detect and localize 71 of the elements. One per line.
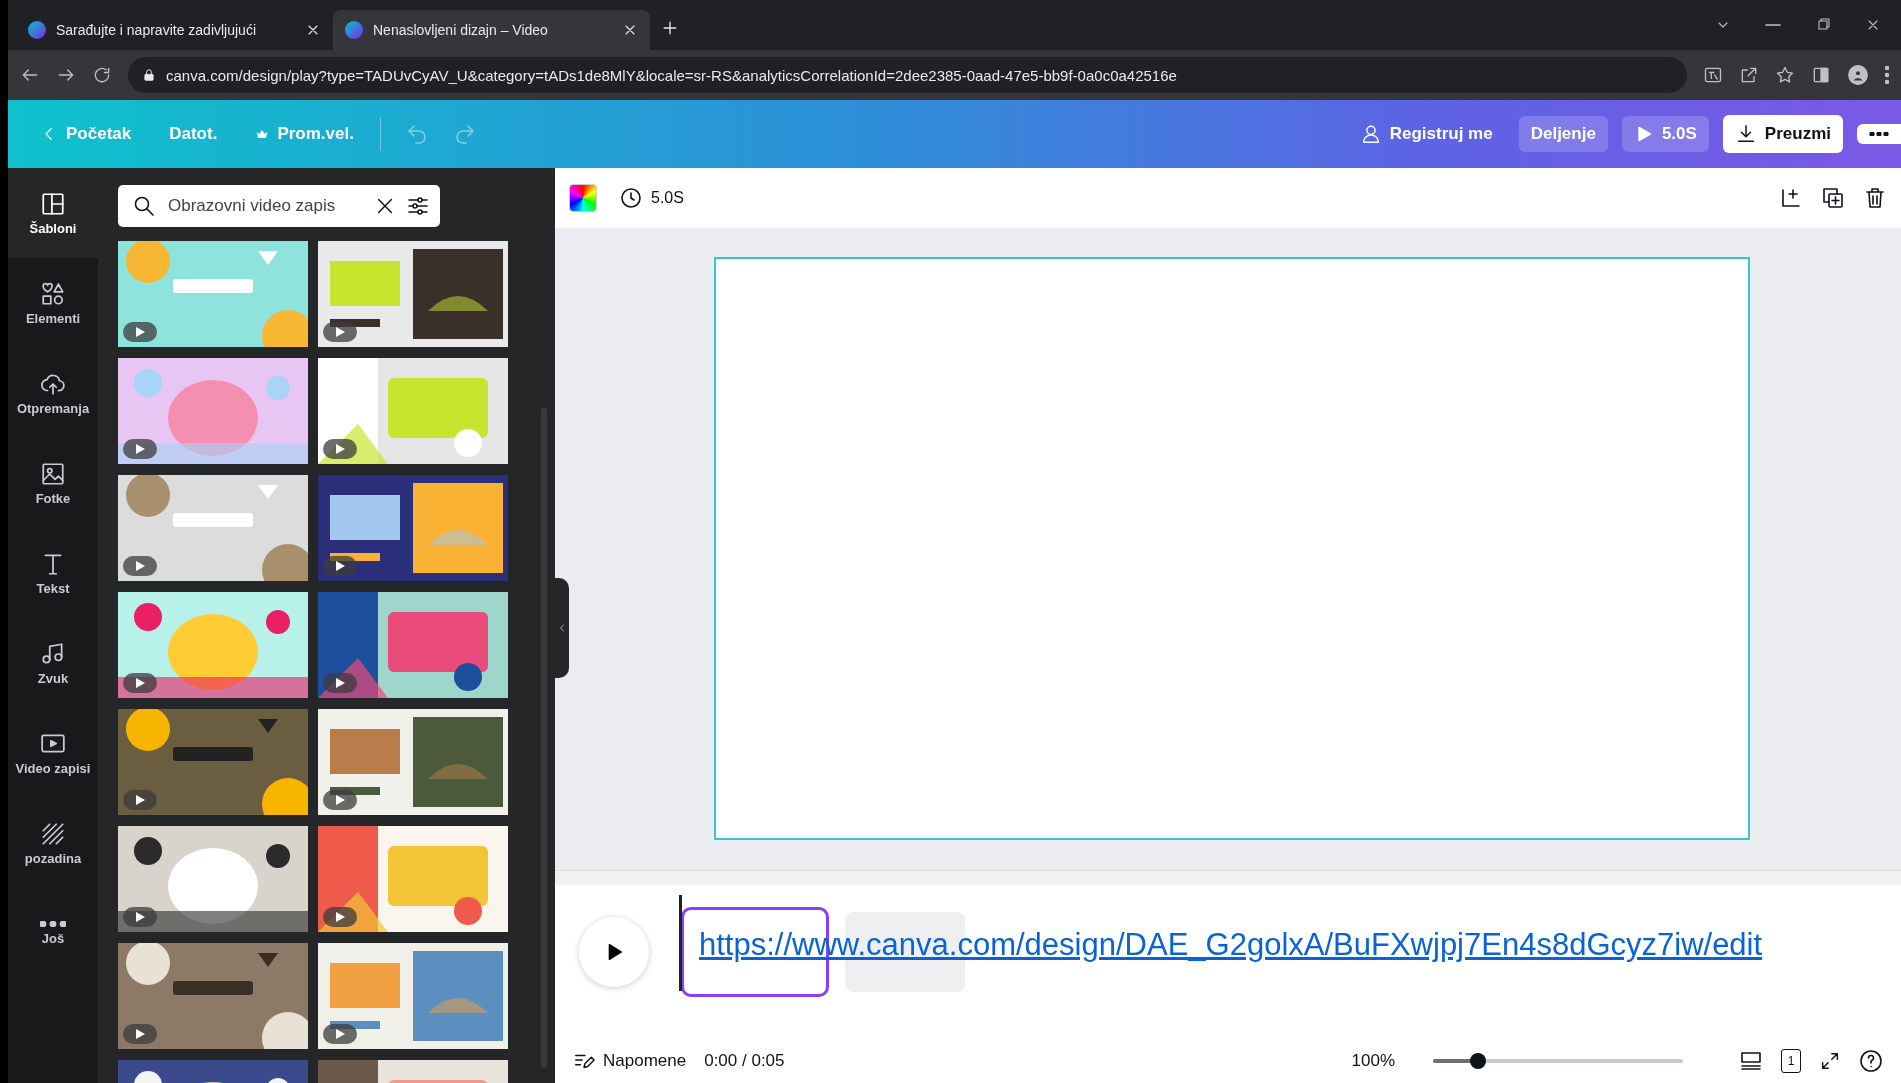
play-badge-icon bbox=[323, 1024, 357, 1044]
play-badge-icon bbox=[123, 907, 157, 927]
image-icon bbox=[40, 460, 66, 487]
filter-icon bbox=[406, 194, 430, 218]
grid-view-icon bbox=[1739, 1049, 1763, 1073]
more-icon bbox=[40, 920, 66, 927]
stripes-icon bbox=[40, 820, 66, 847]
zoom-label: 100% bbox=[1351, 1051, 1395, 1071]
play-button[interactable]: 5.0S bbox=[1621, 116, 1709, 152]
duplicate-icon bbox=[1821, 186, 1845, 210]
minimize-icon bbox=[1765, 24, 1781, 26]
sidebar-item[interactable]: Šabloni bbox=[8, 168, 98, 258]
share-icon bbox=[1739, 65, 1759, 85]
sidebar-item[interactable]: Video zapisi bbox=[8, 708, 98, 798]
more-button[interactable] bbox=[1857, 124, 1901, 144]
browser-tab[interactable]: Nenaslovljeni dizajn – Video bbox=[333, 10, 650, 50]
sidebar-item[interactable]: pozadina bbox=[8, 798, 98, 888]
color-swatch[interactable] bbox=[569, 184, 597, 212]
logo-icon bbox=[345, 21, 363, 39]
sidebar-item[interactable]: Elementi bbox=[8, 258, 98, 348]
page-count[interactable]: 1 bbox=[1781, 1049, 1801, 1073]
add-page-icon bbox=[1779, 186, 1803, 210]
play-badge-icon bbox=[123, 790, 157, 810]
music-note-icon bbox=[40, 640, 66, 667]
restore-icon bbox=[1815, 17, 1831, 33]
register-button[interactable]: Registruj me bbox=[1347, 115, 1505, 153]
zoom-slider[interactable] bbox=[1433, 1053, 1683, 1069]
clock-icon bbox=[619, 186, 643, 210]
more-icon bbox=[1869, 132, 1889, 136]
sidebar-item[interactable]: Zvuk bbox=[8, 618, 98, 708]
play-badge-icon bbox=[323, 322, 357, 342]
search-field[interactable]: Obrazovni video zapis bbox=[166, 195, 364, 217]
sidebar-icon bbox=[1811, 65, 1831, 85]
download-button[interactable]: Preuzmi bbox=[1722, 115, 1843, 153]
trash-icon bbox=[1863, 186, 1887, 210]
play-button[interactable] bbox=[579, 917, 649, 987]
duration-label[interactable]: 5.0S bbox=[651, 189, 684, 207]
notes-button[interactable]: Napomene bbox=[573, 1050, 687, 1072]
translate-icon bbox=[1703, 65, 1723, 85]
play-badge-icon bbox=[123, 673, 157, 693]
sidebar-item[interactable]: Još bbox=[8, 888, 98, 978]
logo-icon bbox=[28, 21, 46, 39]
collapse-handle[interactable] bbox=[555, 578, 569, 678]
timeline-scrollbar[interactable] bbox=[555, 871, 1901, 885]
browser-tab[interactable]: Sarađujte i napravite zadivljujući bbox=[16, 10, 333, 50]
play-badge-icon bbox=[123, 439, 157, 459]
more-icon bbox=[1885, 66, 1889, 84]
play-badge-icon bbox=[323, 556, 357, 576]
play-badge-icon bbox=[323, 907, 357, 927]
play-badge-icon bbox=[123, 322, 157, 342]
help-icon bbox=[1859, 1049, 1883, 1073]
play-badge-icon bbox=[323, 673, 357, 693]
search-icon bbox=[132, 194, 156, 218]
play-badge-icon bbox=[123, 556, 157, 576]
fullscreen-icon bbox=[1819, 1050, 1841, 1072]
sidebar-item[interactable]: Tekst bbox=[8, 528, 98, 618]
sidebar-item[interactable]: Otpremanja bbox=[8, 348, 98, 438]
shapes-icon bbox=[40, 280, 66, 307]
sidebar-item[interactable]: Fotke bbox=[8, 438, 98, 528]
play-badge-icon bbox=[123, 1024, 157, 1044]
time-label: 0:00 / 0:05 bbox=[704, 1051, 785, 1071]
play-badge-icon bbox=[323, 439, 357, 459]
star-icon bbox=[1775, 65, 1795, 85]
share-button[interactable]: Deljenje bbox=[1518, 116, 1608, 152]
layout-icon bbox=[40, 190, 66, 217]
profile-icon bbox=[1847, 64, 1869, 86]
reload-icon bbox=[92, 65, 112, 85]
address-field[interactable]: canva.com/design/play?type=TADUvCyAV_U&category=tADs1de8MlY&locale=sr-RS&analyticsCorrelationId=2dee2385-0aad-47e5-bb9f-0a0c0a42516e bbox=[128, 57, 1687, 93]
search-bar[interactable]: Obrazovni video zapis bbox=[118, 185, 440, 227]
play-badge-icon bbox=[323, 790, 357, 810]
lock-icon bbox=[142, 68, 156, 82]
